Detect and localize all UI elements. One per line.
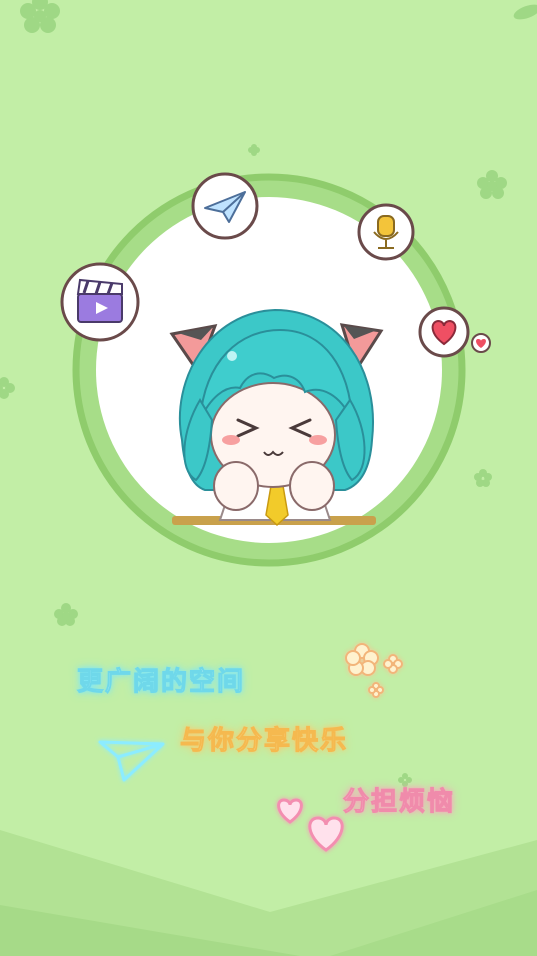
tagline-share-happiness: 与你分享快乐 [179, 726, 349, 757]
flower-doodle-icon [345, 643, 403, 698]
tagline-share-worries: 分担烦恼 [342, 787, 456, 818]
tagline-wider-space: 更广阔的空间 [76, 667, 246, 698]
neon-hearts-icon [277, 798, 344, 852]
neon-paper-plane-icon [98, 740, 165, 782]
neon-doodles [98, 643, 403, 852]
